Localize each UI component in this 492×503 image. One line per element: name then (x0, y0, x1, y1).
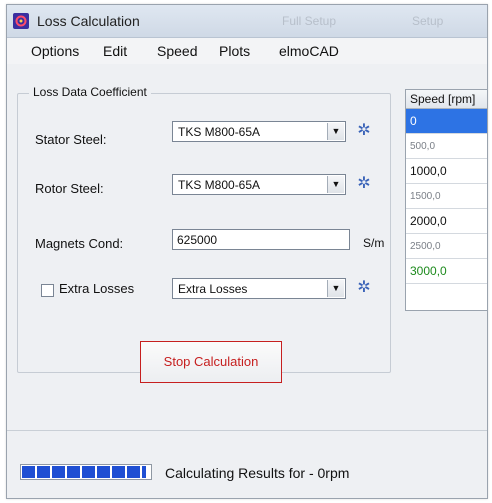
background-window-tab: Full Setup (282, 14, 337, 28)
stator-steel-value: TKS M800-65A (178, 125, 261, 139)
progress-bar (20, 464, 152, 480)
stator-steel-dropdown[interactable]: TKS M800-65A ▼ (172, 121, 346, 142)
speed-table: Speed [rpm] 0 500,0 1000,0 1500,0 2000,0… (405, 89, 487, 311)
gear-icon[interactable]: ✲ (355, 175, 373, 193)
extra-losses-dropdown[interactable]: Extra Losses ▼ (172, 278, 346, 299)
speed-table-row[interactable]: 3000,0 (406, 259, 487, 284)
status-text: Calculating Results for - 0rpm (165, 465, 350, 481)
menu-bar: Options Edit Speed Plots elmoCAD (7, 38, 487, 64)
chevron-down-icon[interactable]: ▼ (327, 280, 344, 297)
speed-table-row[interactable]: 1000,0 (406, 159, 487, 184)
rotor-steel-value: TKS M800-65A (178, 178, 261, 192)
window-title: Loss Calculation (37, 13, 140, 29)
app-logo-icon (13, 13, 29, 29)
chevron-down-icon[interactable]: ▼ (327, 123, 344, 140)
magnets-cond-input[interactable]: 625000 (172, 229, 350, 250)
chevron-down-icon[interactable]: ▼ (327, 176, 344, 193)
speed-table-row[interactable]: 500,0 (406, 134, 487, 159)
status-bar: Calculating Results for - 0rpm (7, 455, 487, 483)
rotor-steel-dropdown[interactable]: TKS M800-65A ▼ (172, 174, 346, 195)
speed-table-row[interactable]: 2000,0 (406, 209, 487, 234)
stop-calculation-button[interactable]: Stop Calculation (140, 341, 282, 383)
speed-table-row[interactable]: 2500,0 (406, 234, 487, 259)
stator-steel-label: Stator Steel: (35, 132, 107, 147)
gear-icon[interactable]: ✲ (355, 122, 373, 140)
menu-speed[interactable]: Speed (157, 43, 197, 59)
extra-losses-checkbox[interactable] (41, 284, 54, 297)
title-bar: Loss Calculation Full Setup Setup (7, 5, 487, 38)
gear-icon[interactable]: ✲ (355, 279, 373, 297)
groupbox-title: Loss Data Coefficient (29, 85, 151, 99)
magnets-cond-label: Magnets Cond: (35, 236, 124, 251)
extra-losses-value: Extra Losses (178, 282, 248, 296)
menu-plots[interactable]: Plots (219, 43, 250, 59)
magnets-cond-value: 625000 (177, 233, 218, 247)
speed-table-header: Speed [rpm] (406, 90, 487, 109)
loss-calculation-window: Loss Calculation Full Setup Setup Option… (6, 4, 488, 499)
progress-fill (22, 466, 146, 478)
speed-table-row[interactable]: 0 (406, 109, 487, 134)
menu-edit[interactable]: Edit (103, 43, 127, 59)
background-window-tab: Setup (412, 14, 444, 28)
menu-elmocad[interactable]: elmoCAD (279, 43, 339, 59)
speed-table-row[interactable]: 1500,0 (406, 184, 487, 209)
menu-options[interactable]: Options (31, 43, 79, 59)
extra-losses-checkbox-label[interactable]: Extra Losses (59, 281, 134, 296)
magnets-cond-unit: S/m (363, 236, 385, 250)
status-separator (7, 430, 487, 431)
rotor-steel-label: Rotor Steel: (35, 181, 104, 196)
